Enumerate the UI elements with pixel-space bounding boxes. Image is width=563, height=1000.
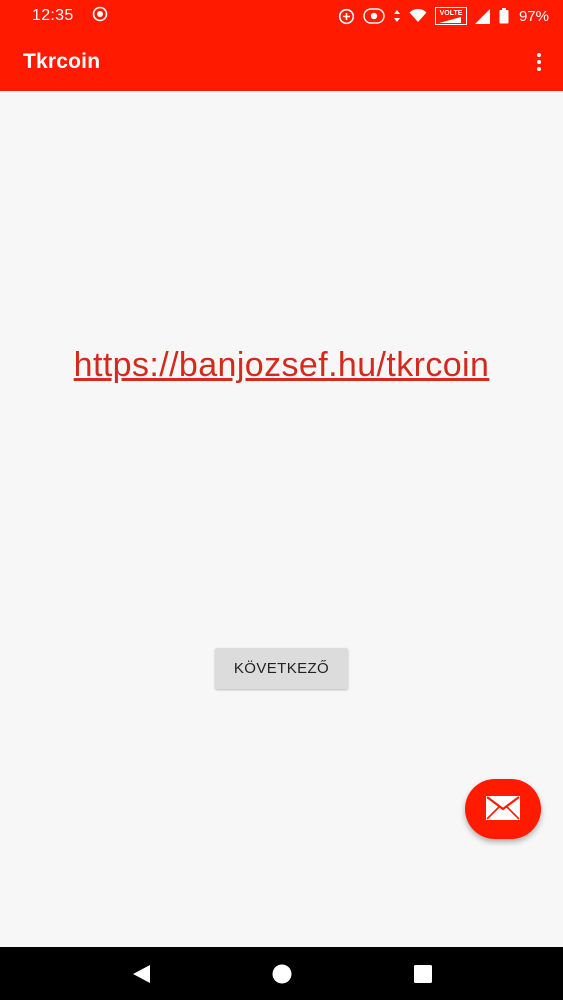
- system-nav-bar: [0, 947, 563, 1000]
- signal-icon: [474, 8, 491, 24]
- app-title: Tkrcoin: [23, 49, 101, 73]
- email-fab[interactable]: [465, 779, 541, 839]
- status-bar: 12:35 VOLTE 97%: [0, 0, 563, 32]
- status-time: 12:35: [32, 7, 74, 24]
- volte-icon: VOLTE: [434, 7, 467, 25]
- screen-record-icon: [363, 8, 385, 24]
- back-icon[interactable]: [119, 952, 163, 996]
- battery-icon: [499, 8, 509, 24]
- website-link[interactable]: https://banjozsef.hu/tkrcoin: [0, 346, 563, 385]
- mail-icon: [486, 795, 520, 823]
- next-button[interactable]: KÖVETKEZŐ: [215, 648, 348, 689]
- app-bar: Tkrcoin: [0, 32, 563, 91]
- screen-record-icon: [92, 6, 108, 26]
- wifi-icon: [409, 9, 427, 23]
- svg-text:VOLTE: VOLTE: [440, 10, 463, 17]
- home-icon[interactable]: [260, 952, 304, 996]
- data-arrows-icon: [393, 9, 401, 23]
- battery-percent: 97%: [518, 7, 549, 25]
- recents-icon[interactable]: [401, 952, 445, 996]
- more-vert-icon[interactable]: [517, 42, 541, 82]
- data-saver-icon: [338, 8, 355, 25]
